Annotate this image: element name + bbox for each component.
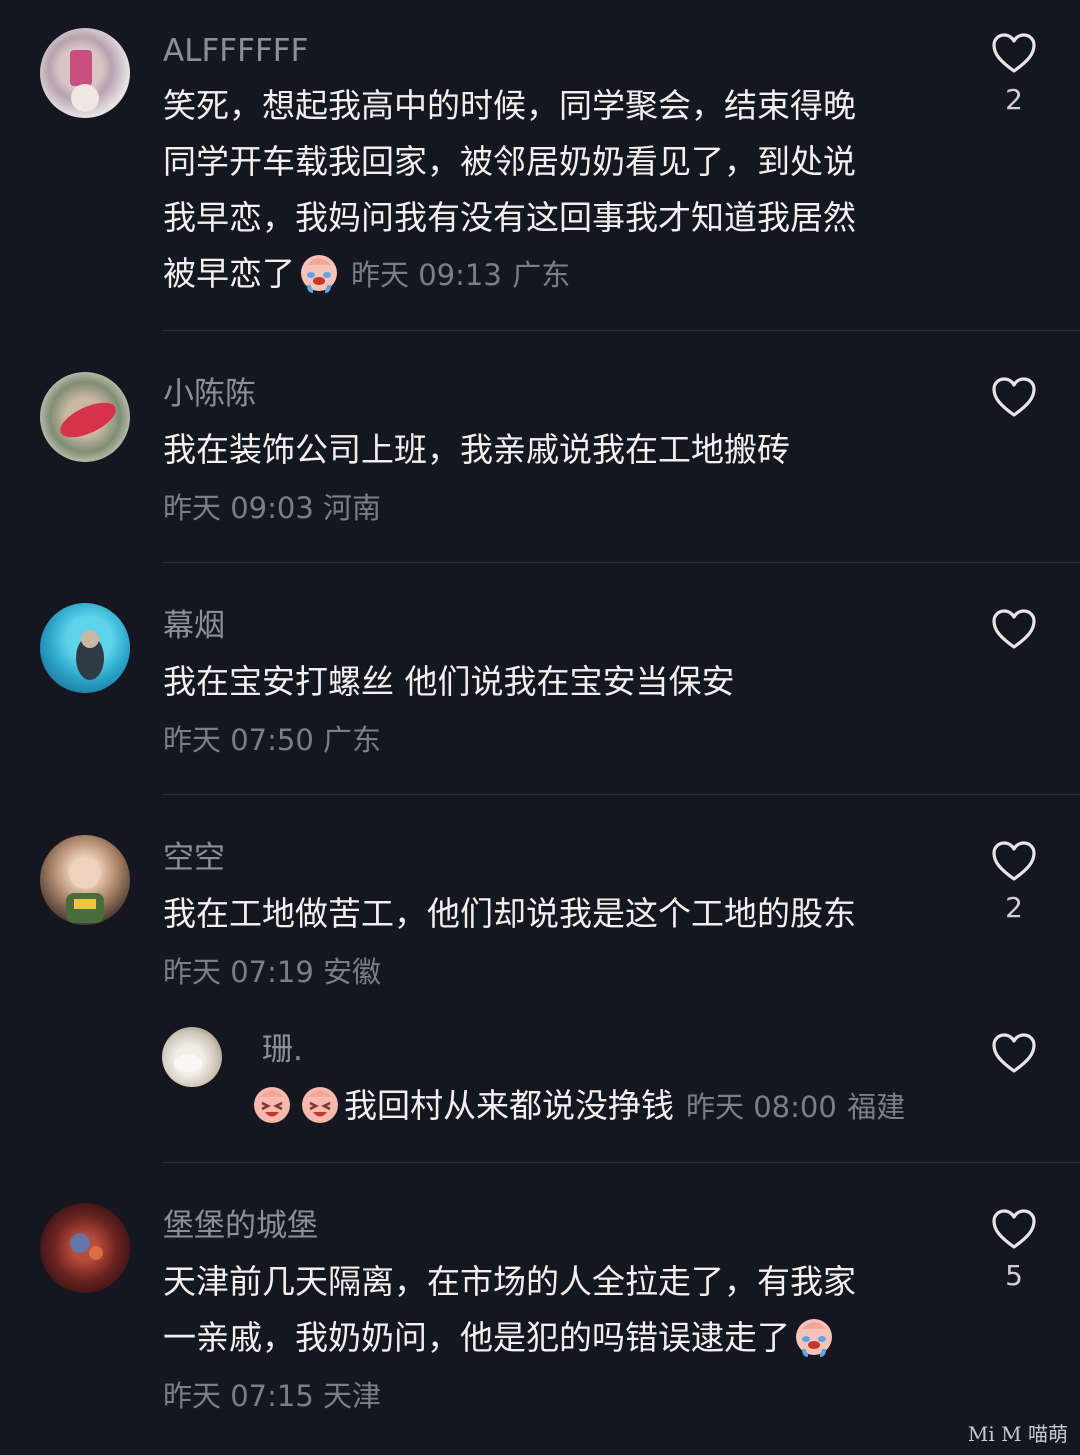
avatar[interactable] <box>40 372 130 462</box>
comment-username[interactable]: 空空 <box>163 838 225 878</box>
heart-outline-icon <box>992 841 1036 881</box>
comment-time: 昨天 09:03 <box>163 491 314 525</box>
comment-time: 昨天 09:13 <box>351 258 502 292</box>
comment-line: 我在装饰公司上班，我亲戚说我在工地搬砖 <box>163 430 790 469</box>
divider <box>162 1162 1080 1163</box>
like-button[interactable]: 5 <box>984 1208 1044 1292</box>
comment-region: 河南 <box>323 491 382 525</box>
divider <box>162 794 1080 795</box>
heart-outline-icon <box>992 609 1036 649</box>
comment-text: 我在工地做苦工，他们却说我是这个工地的股东 <box>163 886 856 942</box>
like-button[interactable]: 2 <box>984 840 1044 924</box>
laughing-face-emoji <box>254 1087 290 1123</box>
like-count: 2 <box>1005 83 1023 116</box>
heart-outline-icon <box>992 33 1036 73</box>
like-button[interactable]: 2 <box>984 32 1044 116</box>
comment-line: 天津前几天隔离，在市场的人全拉走了，有我家 <box>163 1262 856 1301</box>
comment-text: 我在装饰公司上班，我亲戚说我在工地搬砖 <box>163 422 790 478</box>
avatar[interactable] <box>40 1203 130 1293</box>
comment-region: 广东 <box>512 258 571 292</box>
reply-line: 我回村从来都说没挣钱 昨天 08:00 福建 <box>248 1078 905 1135</box>
divider <box>162 562 1080 563</box>
like-button[interactable] <box>984 608 1044 660</box>
comment-username[interactable]: 幕烟 <box>163 606 225 646</box>
avatar[interactable] <box>40 603 130 693</box>
comment-region: 安徽 <box>323 955 382 989</box>
comment-username[interactable]: 堡堡的城堡 <box>163 1206 318 1246</box>
comment-line: 被早恋了 昨天 09:13 广东 <box>163 246 856 303</box>
comment-meta: 昨天 07:19 安徽 <box>163 952 381 992</box>
comment-text: 我在宝安打螺丝 他们说我在宝安当保安 <box>163 654 735 710</box>
comment-meta: 昨天 09:03 河南 <box>163 488 381 528</box>
reply-content: 我回村从来都说没挣钱 <box>344 1086 674 1125</box>
comment-text: 天津前几天隔离，在市场的人全拉走了，有我家 一亲戚，我奶奶问，他是犯的吗错误逮走… <box>163 1254 856 1366</box>
heart-outline-icon <box>992 377 1036 417</box>
comment-region: 广东 <box>323 723 382 757</box>
avatar[interactable] <box>40 835 130 925</box>
reply-region: 福建 <box>847 1090 906 1124</box>
comment-line: 我早恋，我妈问我有没有这回事我才知道我居然 <box>163 198 856 237</box>
crying-face-emoji <box>796 1319 832 1357</box>
like-count: 2 <box>1005 891 1023 924</box>
comment-username[interactable]: ALFFFFFF <box>163 31 308 71</box>
comment-line: 一亲戚，我奶奶问，他是犯的吗错误逮走了 <box>163 1310 856 1366</box>
divider <box>162 330 1080 331</box>
comment-meta: 昨天 07:15 天津 <box>163 1376 381 1416</box>
comment-line: 同学开车载我回家，被邻居奶奶看见了，到处说 <box>163 142 856 181</box>
reply-time: 昨天 08:00 <box>686 1090 837 1124</box>
comment-region: 天津 <box>323 1379 382 1413</box>
reply-username[interactable]: 珊. <box>262 1030 303 1070</box>
avatar[interactable] <box>40 28 130 118</box>
reply-like-button[interactable] <box>984 1032 1044 1084</box>
heart-outline-icon <box>992 1209 1036 1249</box>
reply-avatar[interactable] <box>162 1027 222 1087</box>
comment-username[interactable]: 小陈陈 <box>163 374 256 414</box>
like-count: 5 <box>1005 1259 1023 1292</box>
comment-time: 昨天 07:19 <box>163 955 314 989</box>
comment-line: 我在工地做苦工，他们却说我是这个工地的股东 <box>163 894 856 933</box>
like-button[interactable] <box>984 376 1044 428</box>
reply-text: 我回村从来都说没挣钱 昨天 08:00 福建 <box>248 1078 905 1135</box>
comment-text: 笑死，想起我高中的时候，同学聚会，结束得晚 同学开车载我回家，被邻居奶奶看见了，… <box>163 78 856 303</box>
comment-line: 笑死，想起我高中的时候，同学聚会，结束得晚 <box>163 86 856 125</box>
comment-time: 昨天 07:50 <box>163 723 314 757</box>
crying-face-emoji <box>301 255 337 293</box>
watermark: Mi M 喵萌 <box>967 1422 1068 1446</box>
comment-time: 昨天 07:15 <box>163 1379 314 1413</box>
laughing-face-emoji <box>302 1087 338 1123</box>
heart-outline-icon <box>992 1033 1036 1073</box>
comment-line: 我在宝安打螺丝 他们说我在宝安当保安 <box>163 662 735 701</box>
comment-meta: 昨天 07:50 广东 <box>163 720 381 760</box>
